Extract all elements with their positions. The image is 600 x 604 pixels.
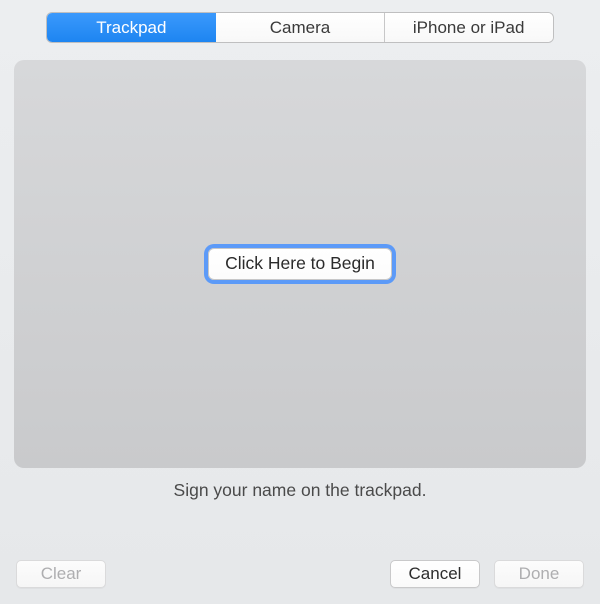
- clear-button[interactable]: Clear: [16, 560, 106, 588]
- instruction-text: Sign your name on the trackpad.: [0, 480, 600, 501]
- tab-label: Camera: [270, 18, 330, 38]
- tab-label: iPhone or iPad: [413, 18, 525, 38]
- button-label: Click Here to Begin: [225, 253, 375, 273]
- tab-camera[interactable]: Camera: [216, 13, 385, 42]
- tab-iphone-ipad[interactable]: iPhone or iPad: [384, 13, 553, 42]
- signature-source-tabs: Trackpad Camera iPhone or iPad: [46, 12, 554, 43]
- button-label: Cancel: [409, 564, 462, 584]
- button-label: Clear: [41, 564, 82, 584]
- signature-canvas: Click Here to Begin: [14, 60, 586, 468]
- cancel-button[interactable]: Cancel: [390, 560, 480, 588]
- tab-label: Trackpad: [96, 18, 166, 38]
- done-button[interactable]: Done: [494, 560, 584, 588]
- button-row: Clear Cancel Done: [16, 559, 584, 589]
- click-to-begin-button[interactable]: Click Here to Begin: [208, 248, 392, 280]
- button-label: Done: [519, 564, 560, 584]
- tab-trackpad[interactable]: Trackpad: [47, 13, 216, 42]
